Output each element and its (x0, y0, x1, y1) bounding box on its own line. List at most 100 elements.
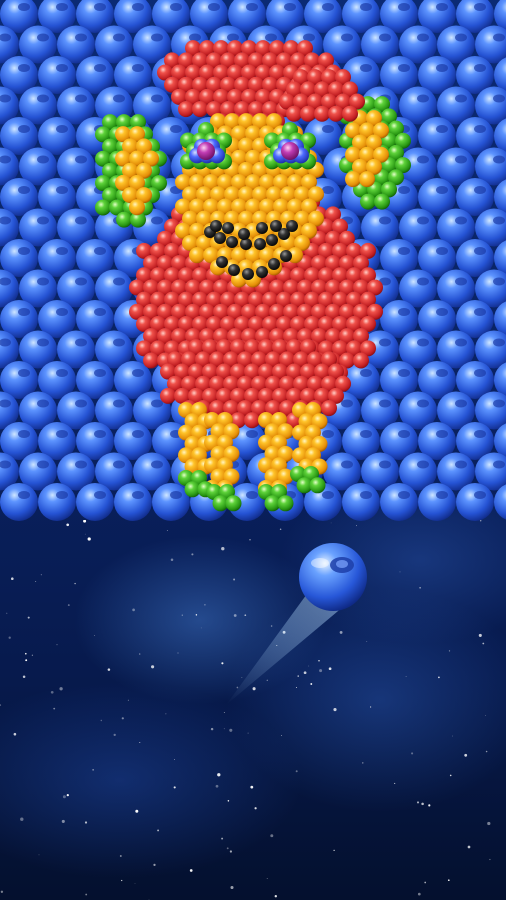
bubble-dimple (436, 64, 448, 72)
bubble-dimple (493, 277, 505, 286)
bubble-dimple (455, 216, 467, 225)
face-bubble (189, 247, 205, 264)
bubble-dimple (37, 216, 49, 225)
bubble-dimple (360, 64, 372, 72)
eye-left-pupil (197, 142, 215, 160)
bubble-dimple (265, 33, 277, 42)
bubble-dimple (113, 94, 125, 103)
bubble-dimple (151, 94, 163, 103)
bubble-dimple (37, 277, 49, 286)
mouth-bubble (268, 258, 280, 270)
bubble-dimple (436, 186, 448, 194)
blue-bubble (114, 483, 152, 521)
bubble-dimple (436, 247, 448, 255)
bubble-dimple (493, 33, 505, 42)
bubble-dimple (246, 3, 258, 11)
bubble-dimple (417, 338, 429, 347)
bubble-dimple (75, 460, 87, 469)
mouth-bubble (238, 228, 250, 240)
mouth-bubble (216, 256, 228, 268)
bubble-dimple (360, 430, 372, 438)
bubble-dimple (474, 3, 486, 11)
bubble-dimple (398, 308, 410, 316)
mouth-bubble (214, 232, 226, 244)
bubble-dimple (208, 3, 220, 11)
bubble-dimple (75, 33, 87, 42)
bubble-dimple (455, 277, 467, 286)
bubble-dimple (474, 491, 486, 499)
body-lower-bubble (244, 412, 260, 429)
bubble-dimple (56, 308, 68, 316)
ear-right-inner-bubble (359, 171, 375, 188)
body-bubble (353, 352, 369, 369)
bubble-dimple (455, 399, 467, 408)
bubble-dimple (493, 399, 505, 408)
bubble-dimple (436, 491, 448, 499)
bubble-dimple (56, 125, 68, 133)
mouth-bubble (270, 220, 282, 232)
bubble-dimple (56, 369, 68, 377)
bubble-dimple (56, 247, 68, 255)
bubble-dimple (436, 3, 448, 11)
bubble-dimple (246, 430, 258, 438)
shooter-area[interactable] (0, 525, 506, 900)
bubble-dimple (398, 430, 410, 438)
bubble-dimple (322, 430, 334, 438)
bubble-dimple (379, 33, 391, 42)
bubble-dimple (94, 64, 106, 72)
wool-top-bubble (314, 105, 330, 122)
bubble-dimple (474, 186, 486, 194)
bubble-dimple (170, 125, 182, 133)
wool-top-bubble (300, 105, 316, 122)
bubble-dimple (94, 491, 106, 499)
blue-bubble (0, 483, 38, 521)
bubble-dimple (56, 491, 68, 499)
bubble-dimple (360, 3, 372, 11)
mouth-bubble (256, 222, 268, 234)
bubble-dimple (474, 64, 486, 72)
bubble-dimple (436, 125, 448, 133)
bubble-dimple (417, 155, 429, 164)
wool-top-bubble (286, 105, 302, 122)
bubble-dimple (436, 430, 448, 438)
hoof-bubble (309, 477, 326, 494)
bubble-dimple (341, 460, 353, 469)
bubble-dimple (132, 430, 144, 438)
bubble-dimple (360, 491, 372, 499)
bubble-dimple (18, 125, 30, 133)
bubble-dimple (56, 3, 68, 11)
bubble-dimple (246, 491, 258, 499)
bubble-board[interactable] (0, 0, 506, 525)
bubble-dimple (398, 369, 410, 377)
mouth-bubble (226, 236, 238, 248)
bubble-dimple (455, 33, 467, 42)
bubble-dimple (94, 369, 106, 377)
bubble-dimple (113, 399, 125, 408)
bubble-dimple (170, 3, 182, 11)
bubble-dimple (94, 3, 106, 11)
mouth-bubble (222, 222, 234, 234)
bubble-dimple (379, 460, 391, 469)
bubble-dimple (37, 460, 49, 469)
bubble-dimple (151, 33, 163, 42)
bubble-dimple (75, 399, 87, 408)
body-lower-bubble (160, 387, 176, 404)
bubble-dimple (322, 3, 334, 11)
body-lower-bubble (321, 400, 337, 417)
bubble-dimple (37, 399, 49, 408)
mouth-bubble (266, 234, 278, 246)
game-screen[interactable] (0, 0, 506, 900)
bubble-dimple (379, 338, 391, 347)
blue-bubble (456, 483, 494, 521)
bubble-dimple (398, 491, 410, 499)
mouth-bubble (240, 238, 252, 250)
bubble-dimple (75, 277, 87, 286)
ear-left-inner-bubble (129, 199, 145, 216)
bubble-dimple (398, 247, 410, 255)
bubble-dimple (18, 430, 30, 438)
bubble-dimple (132, 369, 144, 377)
bubble-dimple (132, 3, 144, 11)
mouth-bubble (254, 238, 266, 250)
bubble-dimple (94, 247, 106, 255)
current-bubble[interactable] (299, 543, 367, 611)
